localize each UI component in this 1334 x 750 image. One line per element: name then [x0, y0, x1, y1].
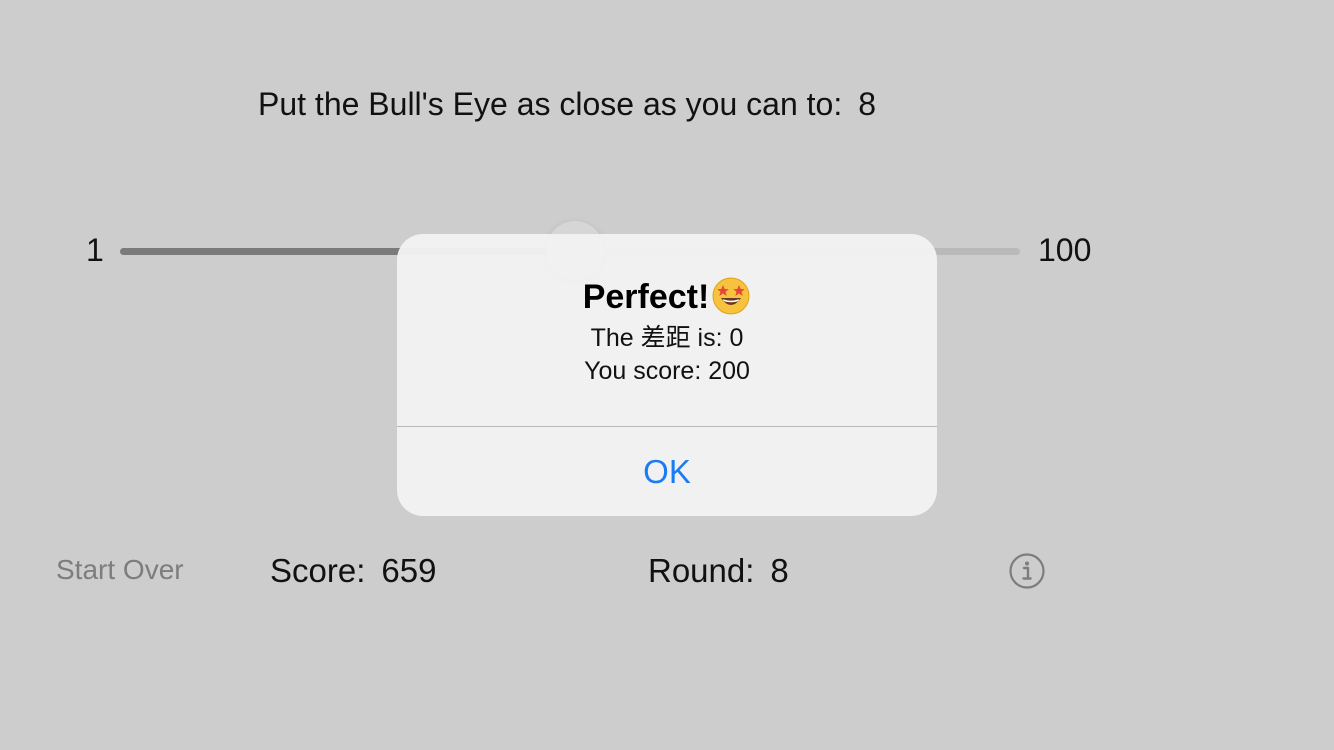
ok-button[interactable]: OK — [397, 427, 937, 516]
alert-message: The 差距 is: 0 You score: 200 — [397, 322, 937, 388]
alert-dialog: Perfect! The 差距 is: 0 You score: 200 OK — [397, 234, 937, 516]
star-struck-emoji-icon — [712, 277, 750, 315]
alert-title-text: Perfect! — [582, 278, 710, 316]
alert-message-difference: The 差距 is: 0 — [590, 324, 744, 352]
alert-title: Perfect! — [397, 276, 937, 317]
alert-message-score: You score: 200 — [584, 357, 750, 385]
